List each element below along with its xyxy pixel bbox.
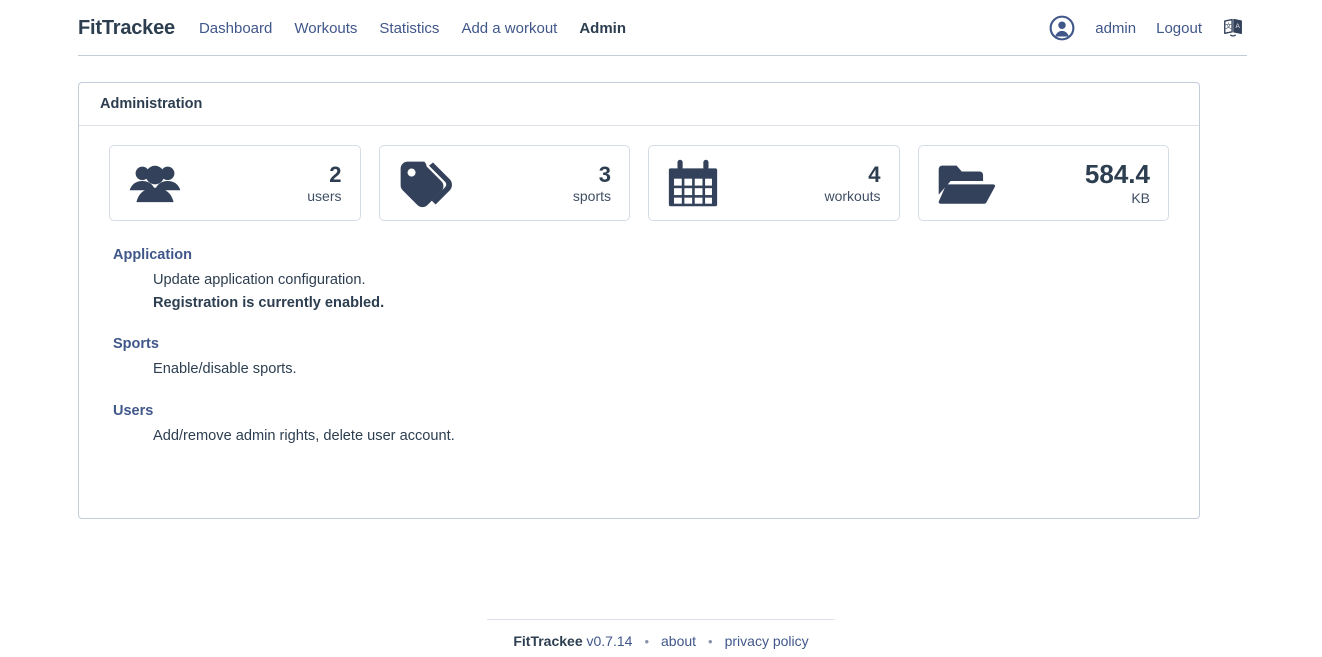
page-container: Administration 2 users 3 sports 4 workouts 584… [0,56,1322,519]
stat-value: 584.4 [1084,159,1150,190]
stat-label: sports [572,187,611,204]
stat-value: 2 [329,161,342,187]
section-sports-title[interactable]: Sports [113,336,1165,352]
section-users: Users Add/remove admin rights, delete use… [113,403,1165,448]
stat-text-group: 584.4 KB [1085,158,1150,208]
section-sports: Sports Enable/disable sports. [113,336,1165,381]
footer-brand-group: FitTrackee v0.7.14 [513,633,632,649]
header-divider [78,55,1247,56]
nav-dashboard[interactable]: Dashboard [199,20,272,37]
stat-value: 3 [598,161,611,187]
section-description: Update application configuration. [153,272,366,288]
calendar-icon [667,158,719,208]
card-body: 2 users 3 sports 4 workouts 584.4 KB Applicatio… [79,126,1199,447]
username-link[interactable]: admin [1095,20,1136,37]
card-header: Administration [79,83,1199,126]
stat-value: 4 [868,161,881,187]
footer-brand: FitTrackee [513,633,583,649]
stats-row: 2 users 3 sports 4 workouts 584.4 KB [109,145,1169,221]
footer-separator-2: • [708,633,713,649]
footer-privacy-policy-link[interactable]: privacy policy [725,633,809,649]
footer-separator-1: • [644,633,649,649]
stat-card-storage[interactable]: 584.4 KB [917,145,1169,221]
app-header: FitTrackee Dashboard Workouts Statistics Ad… [0,0,1322,56]
section-application: Application Update application configurat… [113,247,1165,314]
user-circle-icon[interactable] [1049,15,1075,41]
administration-card: Administration 2 users 3 sports 4 workouts 584… [78,82,1200,519]
nav-admin[interactable]: Admin [579,20,626,37]
svg-text:文: 文 [1225,21,1232,30]
stat-card-users[interactable]: 2 users [109,145,361,221]
stat-text-group: 4 workouts [824,161,880,206]
nav-add-a-workout[interactable]: Add a workout [461,20,557,37]
section-description: Enable/disable sports. [153,361,297,378]
admin-sections: Application Update application configurat… [109,221,1169,447]
nav-statistics[interactable]: Statistics [379,20,439,37]
stat-text-group: 2 users [307,161,341,206]
stat-card-workouts[interactable]: 4 workouts [648,145,900,221]
app-brand[interactable]: FitTrackee [78,17,175,40]
footer-about-link[interactable]: about [661,633,696,649]
header-right-group: admin Logout 文 A [1049,15,1244,41]
language-icon[interactable]: 文 A [1222,17,1244,39]
section-application-title[interactable]: Application [113,247,1165,263]
section-users-title[interactable]: Users [113,403,1165,419]
footer-version: v0.7.14 [586,633,633,649]
folder-open-icon [937,162,995,205]
stat-label: users [307,187,342,204]
status-text: Registration is currently enabled. [153,294,385,311]
footer-inner: FitTrackee v0.7.14 • about • privacy pol… [487,619,835,649]
nav-workouts[interactable]: Workouts [294,20,357,37]
stat-label: workouts [824,187,881,204]
main-nav: Dashboard Workouts Statistics Add a workout… [199,20,626,37]
svg-text:A: A [1235,23,1240,30]
app-footer: FitTrackee v0.7.14 • about • privacy pol… [0,619,1322,649]
users-icon [128,163,182,204]
stat-label: KB [1131,190,1150,207]
tags-icon [398,159,454,208]
stat-text-group: 3 sports [573,161,611,206]
page-title: Administration [100,96,203,112]
section-description: Add/remove admin rights, delete user acc… [153,427,455,444]
stat-card-sports[interactable]: 3 sports [378,145,630,221]
logout-link[interactable]: Logout [1156,20,1202,37]
